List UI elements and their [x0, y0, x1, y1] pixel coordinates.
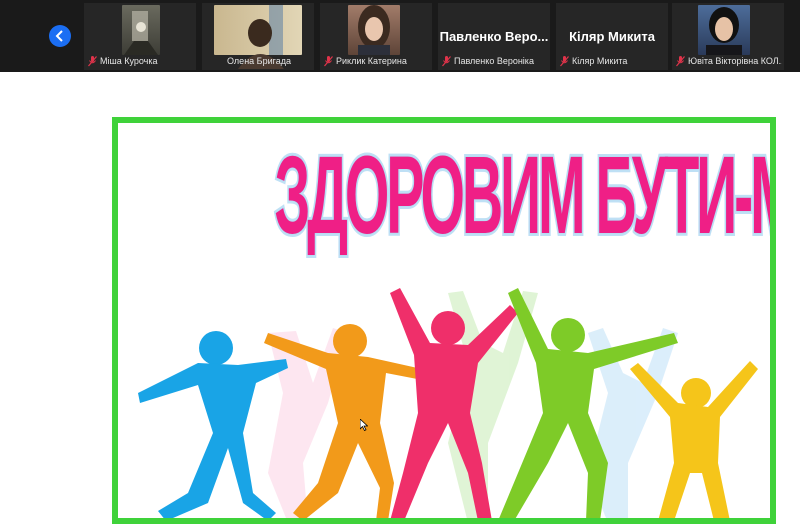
- participant-video: [214, 5, 302, 69]
- participant-name: Ювіта Вікторівна КОЛ...: [688, 56, 782, 66]
- participant-tile[interactable]: Риклик Катерина: [320, 3, 432, 70]
- participant-name: Риклик Катерина: [336, 56, 407, 66]
- participant-display-name: Павленко Веро...: [439, 29, 549, 44]
- shared-screen-slide: ЗДОРОВИМ БУТИ-МОДНО: [112, 117, 776, 524]
- dancers-illustration: [138, 288, 758, 518]
- chevron-left-icon: [55, 30, 63, 42]
- participant-tile[interactable]: Ювіта Вікторівна КОЛ...: [672, 3, 784, 70]
- participant-video: [348, 5, 400, 55]
- prev-page-button[interactable]: [49, 25, 71, 47]
- mic-muted-icon: [324, 55, 333, 66]
- mic-muted-icon: [676, 55, 685, 66]
- mic-muted-icon: [560, 55, 569, 66]
- participant-strip-bar: Міша Курочка Олена Бригада Риклик Катери…: [0, 0, 800, 72]
- participant-thumbnails: Міша Курочка Олена Бригада Риклик Катери…: [84, 3, 784, 70]
- participant-video: [122, 5, 160, 55]
- participant-tile[interactable]: Міша Курочка: [84, 3, 196, 70]
- participant-name: Кіляр Микита: [572, 56, 628, 66]
- mic-muted-icon: [88, 55, 97, 66]
- participant-name: Олена Бригада: [227, 56, 291, 66]
- slide-title: ЗДОРОВИМ БУТИ-МОДНО: [273, 134, 770, 257]
- mic-muted-icon: [442, 55, 451, 66]
- mouse-cursor-icon: [360, 419, 368, 431]
- participant-name: Міша Курочка: [100, 56, 158, 66]
- participant-tile[interactable]: Кіляр Микита Кіляр Микита: [556, 3, 668, 70]
- participant-tile[interactable]: Павленко Веро... Павленко Вероніка: [438, 3, 550, 70]
- participant-video: [698, 5, 750, 55]
- participant-name: Павленко Вероніка: [454, 56, 534, 66]
- participant-display-name: Кіляр Микита: [569, 29, 655, 44]
- participant-tile[interactable]: Олена Бригада: [202, 3, 314, 70]
